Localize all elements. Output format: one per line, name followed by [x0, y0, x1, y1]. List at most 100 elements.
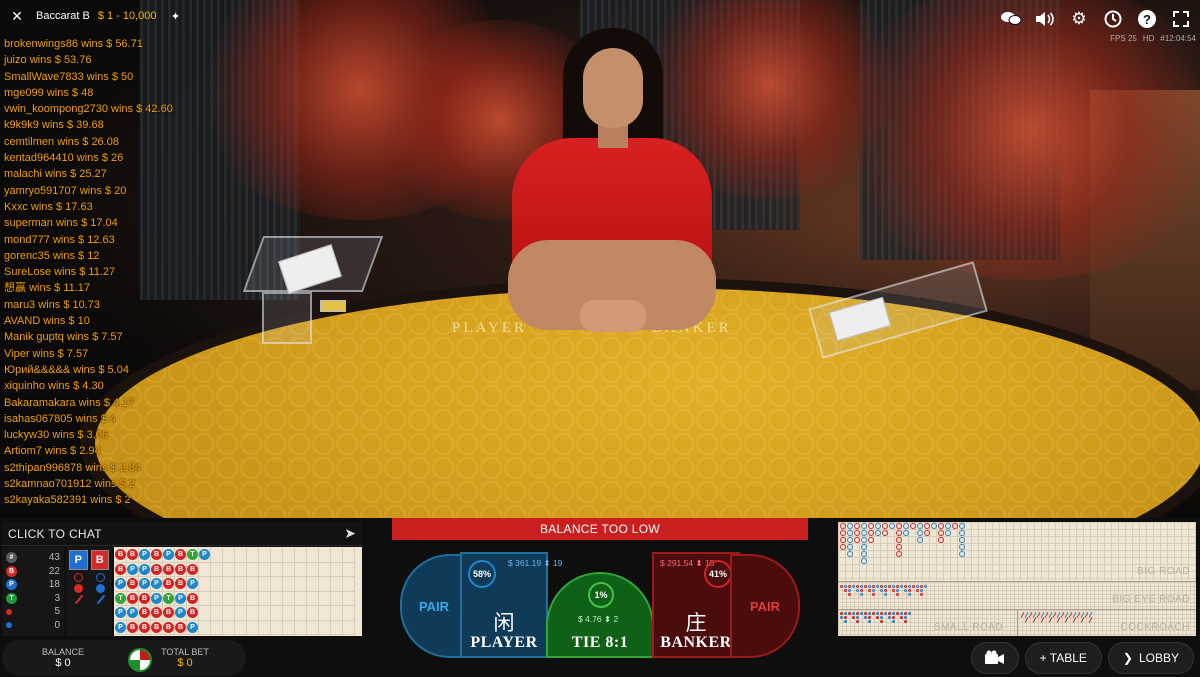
chat-bar[interactable]: CLICK TO CHAT ➤ — [2, 522, 362, 546]
winner-name: brokenwings86 — [4, 38, 78, 50]
big-road-mark — [896, 530, 902, 536]
big-road-mark — [868, 537, 874, 543]
wins-word: wins — [78, 396, 101, 409]
small-road-mark — [896, 612, 899, 615]
big-road-mark — [959, 537, 965, 543]
bead-cell — [319, 577, 331, 592]
fullscreen-icon[interactable] — [1168, 6, 1194, 32]
big-road-mark — [896, 523, 902, 529]
table-limits[interactable]: $ 1 - 10,000 — [98, 10, 157, 22]
winner-name: Bakaramakara — [4, 396, 76, 409]
small-road-mark — [848, 612, 851, 615]
big-road-mark — [903, 530, 909, 536]
bead-cell: P — [139, 562, 151, 577]
chip-icon[interactable] — [128, 648, 152, 672]
big-eye-mark — [880, 585, 883, 588]
winner-amount: $ 56.71 — [106, 38, 143, 50]
big-eye-mark — [856, 589, 859, 592]
lobby-button[interactable]: ❯ LOBBY — [1107, 642, 1194, 674]
roadmap[interactable]: BIG ROAD BIG EYE ROAD SMALL ROAD COCKROA… — [838, 522, 1196, 636]
big-road-mark — [924, 530, 930, 536]
lobby-icon: ❯ — [1122, 651, 1133, 665]
tie-spot[interactable]: 1% $ 4.76 ⬍ 2 TIE 8:1 — [546, 572, 654, 658]
winner-name: Artiom7 — [4, 445, 42, 458]
bead-cell — [247, 562, 259, 577]
bead-result: P — [115, 607, 126, 619]
small-road-mark — [864, 612, 867, 615]
banker-spot[interactable]: $ 291.54 ⬍ 15 41% 庄 BANKER — [652, 552, 740, 658]
gear-icon[interactable]: ⚙ — [1066, 6, 1092, 32]
send-icon[interactable]: ➤ — [344, 525, 356, 542]
winner-entry: Kxxc wins $ 17.63 — [4, 199, 194, 215]
big-road-mark — [959, 544, 965, 550]
predict-player-button[interactable]: P — [69, 550, 88, 570]
wins-word: wins — [57, 135, 80, 148]
bead-result: T — [115, 592, 126, 604]
video-camera-icon[interactable] — [970, 642, 1019, 674]
winner-entry: s2kayaka582391 wins $ 2 — [4, 492, 194, 508]
big-eye-mark — [904, 585, 907, 588]
winner-entry: Viper wins $ 7.57 — [4, 346, 194, 362]
chat-bubbles-icon[interactable] — [998, 6, 1024, 32]
big-road-mark — [945, 530, 951, 536]
pin-icon[interactable]: ✦ — [165, 5, 187, 27]
bead-cell — [343, 548, 355, 563]
bead-cell — [283, 548, 295, 563]
big-eye-mark — [856, 585, 859, 588]
bead-result: B — [175, 578, 186, 590]
wins-word: wins — [44, 445, 67, 458]
big-eye-mark — [896, 593, 899, 596]
winner-amount: $ 7.57 — [92, 331, 123, 344]
bead-road[interactable]: BBPBPBTPBPPBBBBPBPPBBPTBBPTPBPPBBBPBPBBB… — [114, 547, 362, 636]
balance: BALANCE $ 0 — [2, 640, 124, 676]
player-bet-count: 19 — [552, 558, 563, 568]
dealer-face — [583, 48, 643, 128]
player-pair-spot[interactable]: PAIR — [400, 554, 468, 658]
bead-cell — [307, 562, 319, 577]
small-road-mark — [844, 616, 847, 619]
winner-amount: $ 17.63 — [55, 200, 93, 213]
bead-cell — [235, 577, 247, 592]
big-eye-mark — [876, 585, 879, 588]
bead-cell — [259, 548, 271, 563]
winner-entry: malachi wins $ 25.27 — [4, 166, 194, 182]
bead-cell — [223, 577, 235, 592]
winner-name: AVAND — [4, 315, 41, 328]
bead-cell — [319, 620, 331, 635]
bead-cell: B — [187, 606, 199, 621]
big-eye-mark — [908, 589, 911, 592]
bead-cell — [295, 577, 307, 592]
wins-word: wins — [29, 282, 52, 295]
count-value: 5 — [54, 606, 60, 618]
dealer-hands — [580, 300, 646, 332]
player-pair-label: PAIR — [418, 598, 450, 614]
quality-label: HD — [1142, 34, 1155, 43]
close-icon[interactable]: ✕ — [6, 5, 28, 27]
winner-entry: Artiom7 wins $ 2.94 — [4, 443, 194, 459]
big-eye-road-label: BIG EYE ROAD — [1112, 594, 1190, 605]
big-road-mark — [952, 523, 958, 529]
big-eye-mark — [920, 585, 923, 588]
banker-pair-spot[interactable]: PAIR — [730, 554, 800, 658]
history-clock-icon[interactable] — [1100, 6, 1126, 32]
winner-entry: cemtilmen wins $ 26.08 — [4, 134, 194, 150]
bead-cell — [235, 620, 247, 635]
player-spot[interactable]: 58% $ 361.19 ⬍ 19 闲 PLAYER — [460, 552, 562, 658]
predict-banker-button[interactable]: B — [90, 550, 109, 570]
bead-cell — [331, 562, 343, 577]
bead-cell — [295, 548, 307, 563]
question-icon[interactable]: ? — [1134, 6, 1160, 32]
big-eye-mark — [868, 589, 871, 592]
bead-result: P — [187, 621, 198, 633]
small-road-mark — [900, 616, 903, 619]
bead-result: B — [139, 607, 150, 619]
winner-name: SmallWave7833 — [4, 70, 84, 83]
bead-cell — [319, 606, 331, 621]
bead-cell: B — [139, 606, 151, 621]
add-table-button[interactable]: + TABLE — [1024, 642, 1102, 674]
count-row: #43 — [6, 551, 60, 564]
bead-cell — [331, 606, 343, 621]
speaker-icon[interactable] — [1032, 6, 1058, 32]
bead-cell — [247, 591, 259, 606]
bead-cell: P — [115, 606, 127, 621]
